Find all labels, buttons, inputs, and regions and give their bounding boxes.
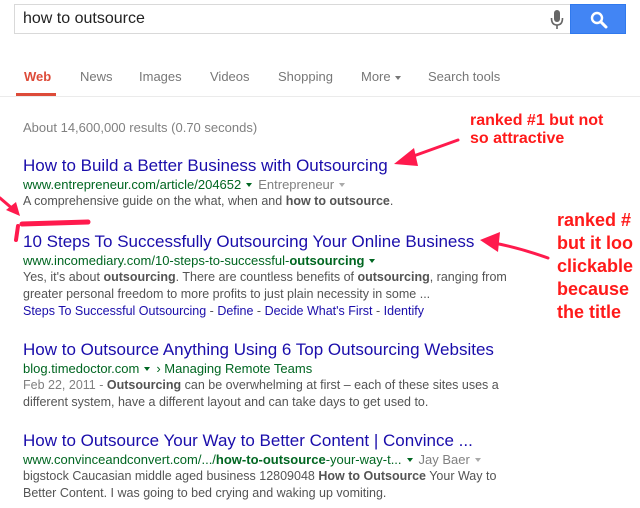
annotation-line: the title [557, 302, 622, 322]
annotation-line: so attractive [470, 130, 565, 147]
annotation-line: because [557, 279, 630, 299]
annotation-arrow [394, 138, 460, 166]
annotation-text-first: ranked #1 but not so attractive [470, 112, 603, 148]
annotation-overlay [0, 138, 550, 260]
annotation-underline-mark [14, 224, 20, 242]
annotation-line: but it loo [557, 233, 633, 253]
annotation-line: clickable [557, 256, 634, 276]
annotation-arrow [0, 196, 20, 216]
search-results-page: Web News Images Videos Shopping More Sea… [0, 0, 640, 508]
annotation-line: ranked # [557, 210, 632, 230]
annotation-underline-mark [19, 219, 91, 227]
annotation-text-second: ranked # but it loo clickable because th… [557, 209, 633, 324]
annotation-line: ranked #1 but not [470, 112, 604, 129]
annotation-arrow [480, 232, 550, 260]
